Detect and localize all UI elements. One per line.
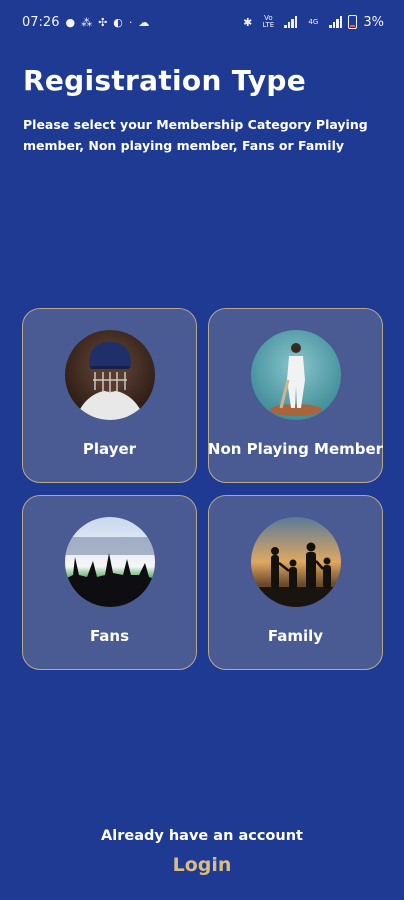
page-title: Registration Type — [23, 64, 307, 97]
login-link[interactable]: Login — [0, 854, 404, 876]
category-card-fans[interactable]: Fans — [22, 495, 197, 670]
app-icon: ⁂ — [81, 15, 93, 29]
status-left: 07:26 ● ⁂ ✣ ◐ · ☁ — [22, 15, 149, 30]
network-type: 4G — [308, 17, 319, 26]
status-time: 07:26 — [22, 14, 60, 30]
family-silhouette-image — [250, 517, 341, 607]
battery-level: 3% — [363, 14, 384, 30]
cricket-member-image — [250, 330, 341, 420]
app-icon: ✣ — [98, 15, 108, 29]
signal-icon — [284, 16, 298, 28]
category-card-family[interactable]: Family — [208, 495, 383, 670]
already-have-account-text: Already have an account — [101, 828, 303, 844]
category-label: Non Playing Member — [207, 440, 384, 458]
signal-icon — [329, 16, 343, 28]
whatsapp-icon: ◐ — [113, 15, 123, 29]
bluetooth-icon: ✱ — [243, 15, 253, 29]
cloud-icon: ☁ — [138, 15, 150, 29]
status-bar: 07:26 ● ⁂ ✣ ◐ · ☁ ✱ Vo LTE 4G 3% — [0, 0, 404, 44]
message-icon: ● — [65, 15, 76, 29]
cricket-player-image — [64, 330, 155, 420]
network-label: Vo LTE — [262, 14, 275, 29]
battery-icon — [348, 15, 358, 29]
stadium-fans-image — [64, 517, 155, 607]
category-label: Fans — [89, 627, 130, 645]
category-label: Player — [82, 440, 137, 458]
status-right: ✱ Vo LTE 4G 3% — [243, 15, 384, 30]
category-grid: Player Non Playing Member Fans Family — [22, 308, 383, 670]
dot-icon: · — [128, 15, 133, 29]
category-label: Family — [267, 627, 324, 645]
category-card-non-playing-member[interactable]: Non Playing Member — [208, 308, 383, 483]
page-subtitle: Please select your Membership Category P… — [23, 117, 368, 153]
category-card-player[interactable]: Player — [22, 308, 197, 483]
